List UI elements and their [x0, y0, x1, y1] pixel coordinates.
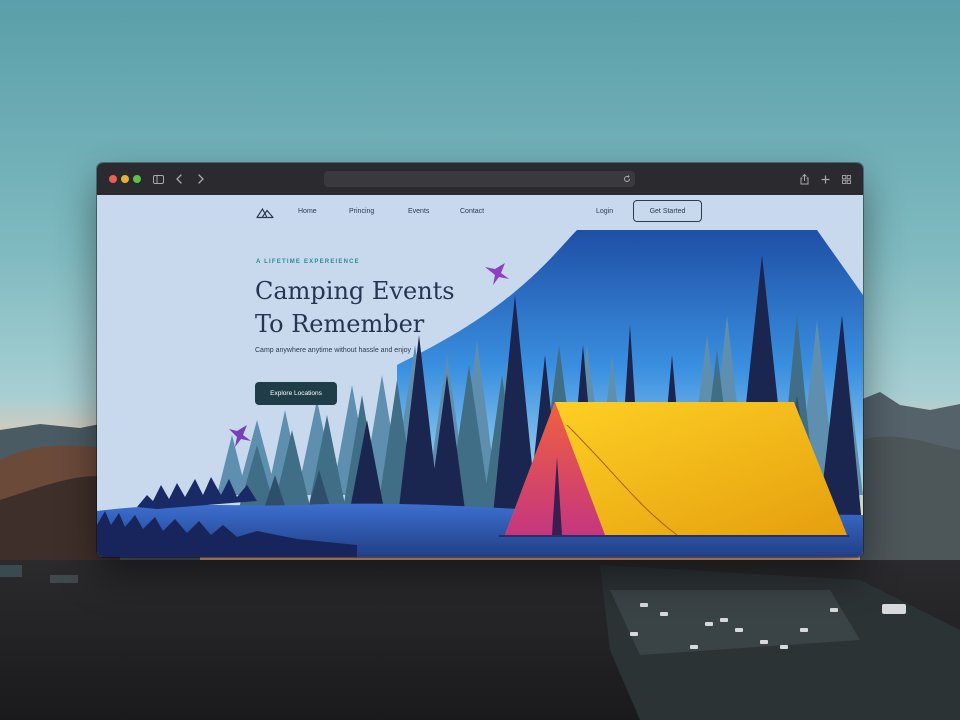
tent [499, 402, 849, 537]
share-icon[interactable] [798, 172, 810, 186]
forward-icon[interactable] [195, 172, 207, 186]
camping-illustration [97, 230, 863, 557]
browser-titlebar [97, 163, 863, 196]
browser-window: Home Princing Events Contact Login Get S… [97, 163, 863, 557]
mountain-logo-icon[interactable] [256, 206, 274, 224]
reload-icon[interactable] [622, 174, 632, 184]
sidebar-icon[interactable] [151, 172, 165, 186]
tab-overview-icon[interactable] [840, 172, 852, 186]
hero-eyebrow: A LIFETIME EXPEREIENCE [256, 259, 360, 265]
hero-title: Camping Events To Remember [255, 275, 495, 341]
nav-link-home[interactable]: Home [298, 208, 317, 215]
get-started-button[interactable]: Get Started [633, 200, 702, 222]
back-icon[interactable] [173, 172, 185, 186]
maximize-window-button[interactable] [133, 175, 141, 183]
explore-locations-button[interactable]: Explore Locations [255, 382, 337, 405]
close-window-button[interactable] [109, 175, 117, 183]
address-bar[interactable] [324, 171, 635, 187]
new-tab-icon[interactable] [819, 172, 831, 186]
hero-subtitle: Camp anywhere anytime without hassle and… [255, 347, 412, 354]
webpage: Home Princing Events Contact Login Get S… [97, 195, 863, 557]
login-link[interactable]: Login [596, 208, 613, 215]
minimize-window-button[interactable] [121, 175, 129, 183]
hero-title-line-1: Camping Events [255, 277, 455, 305]
hero-title-line-2: To Remember [255, 310, 425, 338]
nav-link-contact[interactable]: Contact [460, 208, 484, 215]
nav-link-events[interactable]: Events [408, 208, 429, 215]
nav-link-pricing[interactable]: Princing [349, 208, 374, 215]
